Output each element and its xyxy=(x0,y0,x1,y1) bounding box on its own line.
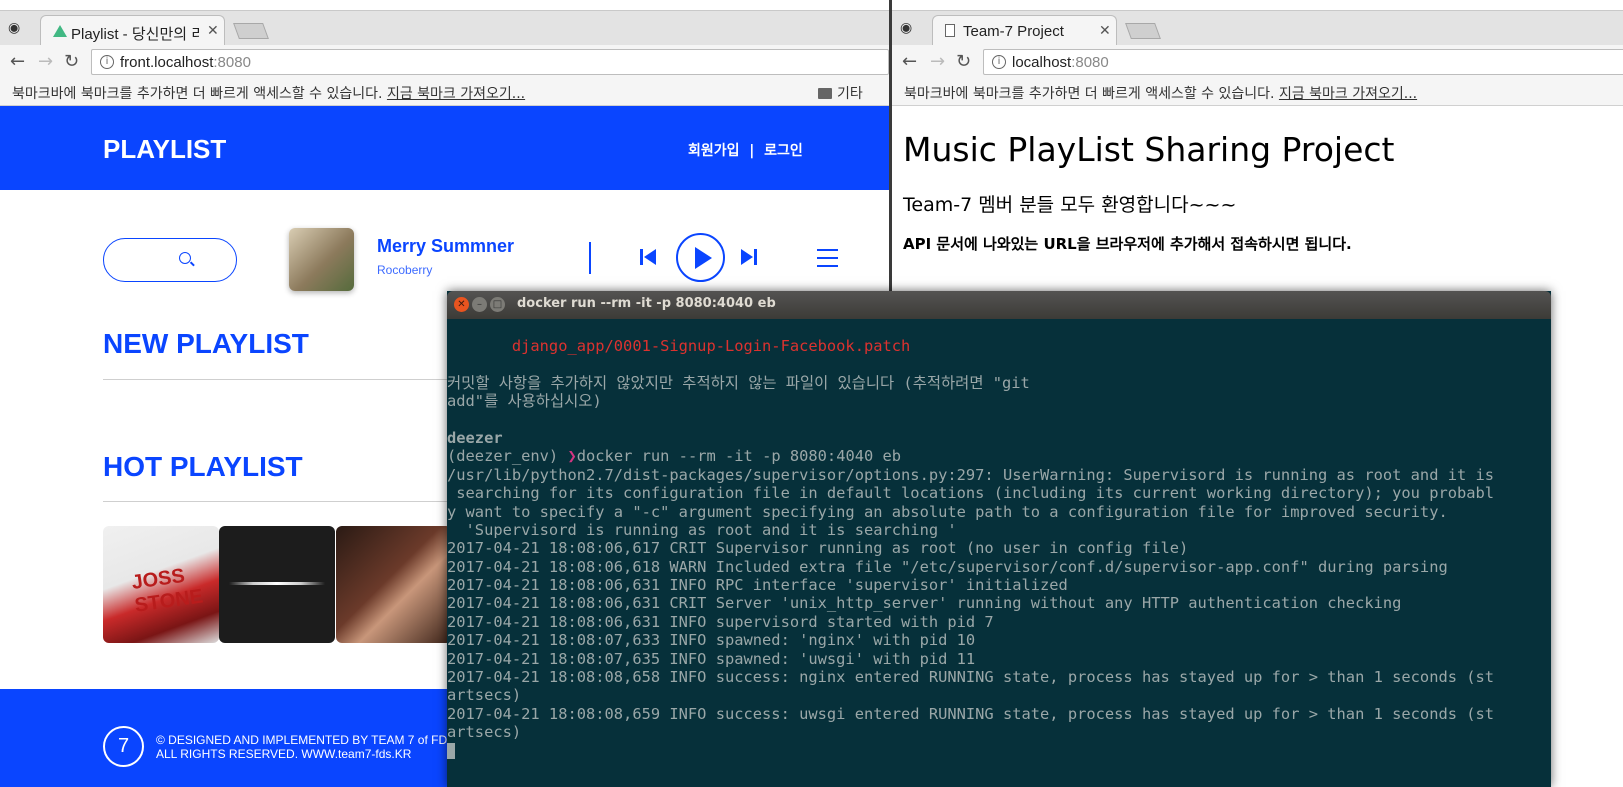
hot-playlist-heading: HOT PLAYLIST xyxy=(103,451,303,482)
terminal-line: 2017-04-21 18:08:08,658 INFO success: ng… xyxy=(447,668,1495,687)
player-divider xyxy=(589,242,591,274)
back-icon[interactable]: ← xyxy=(902,51,917,72)
terminal-line: 2017-04-21 18:08:07,635 INFO spawned: 'u… xyxy=(447,649,976,668)
forward-icon[interactable]: → xyxy=(38,51,53,72)
vue-favicon-icon xyxy=(53,25,67,37)
incognito-icon: ◉ xyxy=(8,20,21,36)
cover-text: JOSS STONE xyxy=(130,564,205,617)
terminal-line: artsecs) xyxy=(447,723,522,742)
bookmarks-bar: 북마크바에 북마크를 추가하면 더 빠르게 액세스할 수 있습니다. 지금 북마… xyxy=(0,79,889,106)
previous-track-icon[interactable] xyxy=(640,247,658,267)
terminal-cursor-line xyxy=(447,742,1551,760)
close-tab-icon[interactable]: ✕ xyxy=(1099,23,1111,39)
terminal-line: django_app/0001-Signup-Login-Facebook.pa… xyxy=(447,337,911,355)
url-text: localhost:8080 xyxy=(1012,54,1109,71)
maximize-window-icon[interactable]: □ xyxy=(490,297,505,312)
tab-strip: ◉ Playlist - 당신만의 리 ✕ xyxy=(0,10,889,46)
play-button[interactable] xyxy=(676,233,725,282)
terminal-output[interactable]: django_app/0001-Signup-Login-Facebook.pa… xyxy=(447,319,1551,787)
page-title: Music PlayList Sharing Project xyxy=(903,130,1395,169)
bookmarks-message: 북마크바에 북마크를 추가하면 더 빠르게 액세스할 수 있습니다. 지금 북마… xyxy=(904,86,1418,102)
reload-icon[interactable]: ↻ xyxy=(64,51,79,72)
browser-toolbar: ← → ↻ i front.localhost:8080 xyxy=(0,45,889,79)
close-window-icon[interactable]: ✕ xyxy=(454,297,469,312)
terminal-window[interactable]: ✕ – □ docker run --rm -it -p 8080:4040 e… xyxy=(447,291,1551,787)
terminal-line: 'Supervisord is running as root and it i… xyxy=(447,520,957,539)
close-tab-icon[interactable]: ✕ xyxy=(207,23,219,39)
terminal-line: 2017-04-21 18:08:06,631 INFO supervisord… xyxy=(447,612,994,631)
address-bar[interactable]: i front.localhost:8080 xyxy=(91,49,889,75)
terminal-line: 커밋할 사항을 추가하지 않았지만 추적하지 않는 파일이 있습니다 (추적하려… xyxy=(447,373,1030,392)
browser-toolbar: ← → ↻ i localhost:8080 xyxy=(892,45,1623,79)
info-icon[interactable]: i xyxy=(100,55,114,69)
terminal-titlebar[interactable]: ✕ – □ docker run --rm -it -p 8080:4040 e… xyxy=(447,291,1551,319)
terminal-line: deezer xyxy=(447,428,503,447)
page-subtitle: Team-7 멤버 분들 모두 환영합니다~~~ xyxy=(903,194,1237,216)
site-logo[interactable]: PLAYLIST xyxy=(103,134,226,165)
now-playing-title: Merry Summner xyxy=(377,236,515,256)
terminal-line: 2017-04-21 18:08:07,633 INFO spawned: 'n… xyxy=(447,631,976,650)
bookmarks-bar: 북마크바에 북마크를 추가하면 더 빠르게 액세스할 수 있습니다. 지금 북마… xyxy=(892,79,1623,106)
now-playing-artist: Rocoberry xyxy=(377,263,433,277)
terminal-line: searching for its configuration file in … xyxy=(447,484,1495,503)
playlist-cover[interactable] xyxy=(336,526,452,643)
forward-icon[interactable]: → xyxy=(930,51,945,72)
info-icon[interactable]: i xyxy=(992,55,1006,69)
playlist-cover[interactable] xyxy=(219,526,335,643)
other-bookmarks[interactable]: 기타 xyxy=(818,83,863,103)
terminal-line: artsecs) xyxy=(447,686,522,705)
terminal-line: 2017-04-21 18:08:06,617 CRIT Supervisor … xyxy=(447,539,1189,558)
tab-strip: ◉ Team-7 Project ✕ xyxy=(892,10,1623,46)
tab-title: Playlist - 당신만의 리 xyxy=(71,26,199,43)
new-tab-button[interactable] xyxy=(233,23,269,39)
back-icon[interactable]: ← xyxy=(10,51,25,72)
terminal-line: 2017-04-21 18:08:08,659 INFO success: uw… xyxy=(447,704,1495,723)
search-icon[interactable] xyxy=(179,252,191,264)
terminal-line: 2017-04-21 18:08:06,631 CRIT Server 'uni… xyxy=(447,594,1402,613)
terminal-line: 2017-04-21 18:08:06,618 WARN Included ex… xyxy=(447,557,1448,576)
terminal-line: y want to specify a "-c" argument specif… xyxy=(447,502,1448,521)
team-badge: 7 xyxy=(103,726,144,767)
terminal-line: add"를 사용하십시오) xyxy=(447,392,602,411)
terminal-title: docker run --rm -it -p 8080:4040 eb xyxy=(517,296,776,311)
url-text: front.localhost:8080 xyxy=(120,54,251,71)
bookmarks-message: 북마크바에 북마크를 추가하면 더 빠르게 액세스할 수 있습니다. 지금 북마… xyxy=(12,86,526,102)
terminal-line: 2017-04-21 18:08:06,631 INFO RPC interfa… xyxy=(447,576,1068,595)
prompt-arrow-icon: ❯ xyxy=(567,447,577,466)
auth-links[interactable]: 회원가입 | 로그인 xyxy=(688,140,803,160)
import-bookmarks-link[interactable]: 지금 북마크 가져오기... xyxy=(387,86,525,102)
import-bookmarks-link[interactable]: 지금 북마크 가져오기... xyxy=(1279,86,1417,102)
search-input[interactable] xyxy=(103,238,237,282)
reload-icon[interactable]: ↻ xyxy=(956,51,971,72)
tab-playlist[interactable]: Playlist - 당신만의 리 ✕ xyxy=(40,15,225,46)
address-bar[interactable]: i localhost:8080 xyxy=(983,49,1623,75)
new-tab-button[interactable] xyxy=(1125,23,1161,39)
page-icon xyxy=(945,24,955,37)
new-playlist-heading: NEW PLAYLIST xyxy=(103,328,309,359)
site-header: PLAYLIST 회원가입 | 로그인 xyxy=(0,106,889,190)
tab-team7[interactable]: Team-7 Project ✕ xyxy=(932,15,1117,46)
tab-title: Team-7 Project xyxy=(963,23,1064,40)
now-playing-album-art xyxy=(289,228,354,291)
terminal-line: (deezer_env) ❯docker run --rm -it -p 808… xyxy=(447,447,902,466)
menu-icon[interactable] xyxy=(817,249,838,267)
page-description: API 문서에 나와있는 URL을 브라우저에 추가해서 접속하시면 됩니다. xyxy=(903,235,1352,253)
terminal-cursor xyxy=(447,742,455,759)
next-track-icon[interactable] xyxy=(741,247,759,267)
minimize-window-icon[interactable]: – xyxy=(472,297,487,312)
incognito-icon: ◉ xyxy=(900,20,913,36)
terminal-line: /usr/lib/python2.7/dist-packages/supervi… xyxy=(447,465,1495,484)
footer-copyright: © DESIGNED AND IMPLEMENTED BY TEAM 7 of … xyxy=(156,733,456,761)
folder-icon xyxy=(818,88,832,99)
playlist-cover[interactable]: JOSS STONE xyxy=(103,526,219,643)
